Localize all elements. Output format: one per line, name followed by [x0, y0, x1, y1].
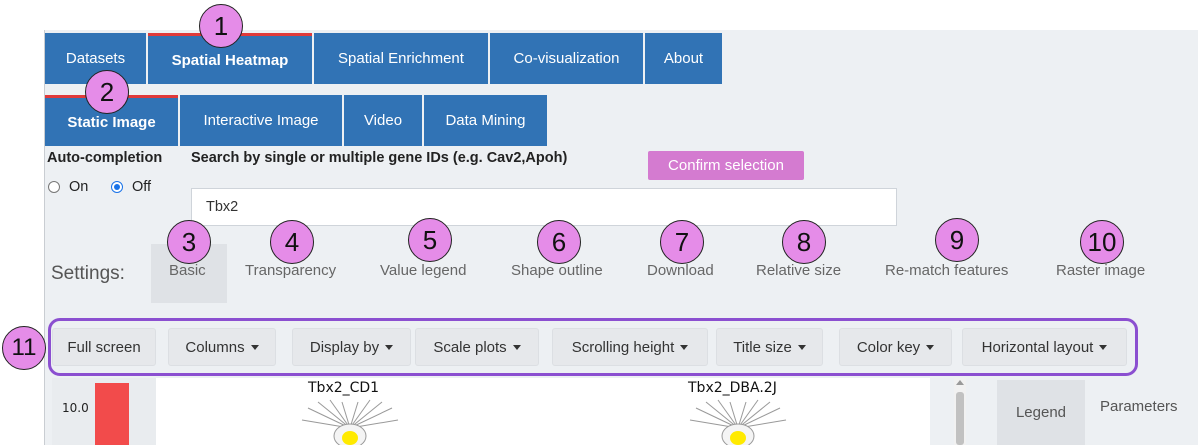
- callout-badge: 5: [408, 218, 452, 262]
- callout-badge: 4: [270, 220, 314, 264]
- caret-down-icon: [1099, 344, 1108, 350]
- settings-tab-value-legend[interactable]: Value legend: [380, 262, 466, 279]
- color-key-tick-label: 10.0: [62, 401, 89, 415]
- callout-badge: 11: [2, 326, 46, 370]
- settings-tab-relative-size[interactable]: Relative size: [756, 262, 841, 279]
- plot-title-dba2j: Tbx2_DBA.2J: [688, 380, 777, 396]
- tab-interactive-image[interactable]: Interactive Image: [180, 95, 342, 146]
- caret-down-icon: [385, 344, 394, 350]
- settings-tab-re-match-features[interactable]: Re-match features: [885, 262, 1008, 279]
- callout-badge: 7: [660, 220, 704, 264]
- tab-spatial-enrichment[interactable]: Spatial Enrichment: [314, 33, 488, 84]
- color-key-bar: [95, 383, 129, 445]
- full-screen-button-label: Full screen: [67, 338, 141, 356]
- autocompletion-label: Auto-completion: [47, 150, 163, 166]
- scale-plots-dropdown-label: Scale plots: [433, 338, 507, 356]
- color-key-dropdown-label: Color key: [856, 338, 921, 356]
- mouse-embryo-shape-dba2j: [689, 399, 787, 445]
- tab-about[interactable]: About: [645, 33, 722, 84]
- caret-down-icon: [797, 344, 806, 350]
- display-by-dropdown-label: Display by: [309, 338, 380, 356]
- tab-legend[interactable]: Legend: [997, 380, 1085, 445]
- tab-data-mining[interactable]: Data Mining: [424, 95, 547, 146]
- settings-tab-basic[interactable]: Basic: [169, 262, 206, 279]
- callout-badge: 8: [782, 220, 826, 264]
- tab-video[interactable]: Video: [344, 95, 422, 146]
- horizontal-layout-dropdown[interactable]: Horizontal layout: [962, 328, 1127, 366]
- callout-badge: 6: [537, 220, 581, 264]
- callout-badge: 3: [167, 220, 211, 264]
- callout-badge: 10: [1080, 220, 1124, 264]
- settings-tab-shape-outline[interactable]: Shape outline: [511, 262, 603, 279]
- mouse-embryo-shape-cd1: [301, 399, 399, 445]
- settings-tab-raster-image[interactable]: Raster image: [1056, 262, 1145, 279]
- autocompletion-off-radio[interactable]: [111, 181, 123, 193]
- scroll-up-arrow-icon[interactable]: [956, 380, 964, 385]
- caret-down-icon: [250, 344, 259, 350]
- callout-badge: 1: [199, 4, 243, 48]
- settings-tab-download[interactable]: Download: [647, 262, 714, 279]
- confirm-selection-button[interactable]: Confirm selection: [648, 151, 804, 180]
- callout-badge: 9: [935, 218, 979, 262]
- display-by-dropdown[interactable]: Display by: [292, 328, 411, 366]
- scrolling-height-dropdown[interactable]: Scrolling height: [552, 328, 708, 366]
- full-screen-button[interactable]: Full screen: [52, 328, 156, 366]
- tab-parameters[interactable]: Parameters: [1100, 398, 1178, 415]
- app-left-border: [44, 30, 45, 445]
- title-size-dropdown[interactable]: Title size: [716, 328, 823, 366]
- scale-plots-dropdown[interactable]: Scale plots: [415, 328, 539, 366]
- autocompletion-on-label[interactable]: On: [69, 179, 88, 195]
- gene-search-label: Search by single or multiple gene IDs (e…: [191, 150, 568, 166]
- plot-title-cd1: Tbx2_CD1: [308, 380, 380, 396]
- columns-dropdown[interactable]: Columns: [168, 328, 276, 366]
- color-key-dropdown[interactable]: Color key: [839, 328, 952, 366]
- title-size-dropdown-label: Title size: [733, 338, 792, 356]
- caret-down-icon: [680, 344, 689, 350]
- scrolling-height-dropdown-label: Scrolling height: [571, 338, 675, 356]
- columns-dropdown-label: Columns: [185, 338, 245, 356]
- autocompletion-on-radio[interactable]: [48, 181, 60, 193]
- settings-tab-transparency[interactable]: Transparency: [245, 262, 336, 279]
- caret-down-icon: [926, 344, 935, 350]
- plot-area: [52, 378, 930, 445]
- settings-label: Settings:: [51, 263, 125, 284]
- autocompletion-off-label[interactable]: Off: [132, 179, 151, 195]
- plot-scrollbar-thumb[interactable]: [956, 392, 964, 445]
- tab-co-visualization[interactable]: Co-visualization: [490, 33, 643, 84]
- callout-badge: 2: [85, 70, 129, 114]
- horizontal-layout-dropdown-label: Horizontal layout: [981, 338, 1094, 356]
- caret-down-icon: [512, 344, 521, 350]
